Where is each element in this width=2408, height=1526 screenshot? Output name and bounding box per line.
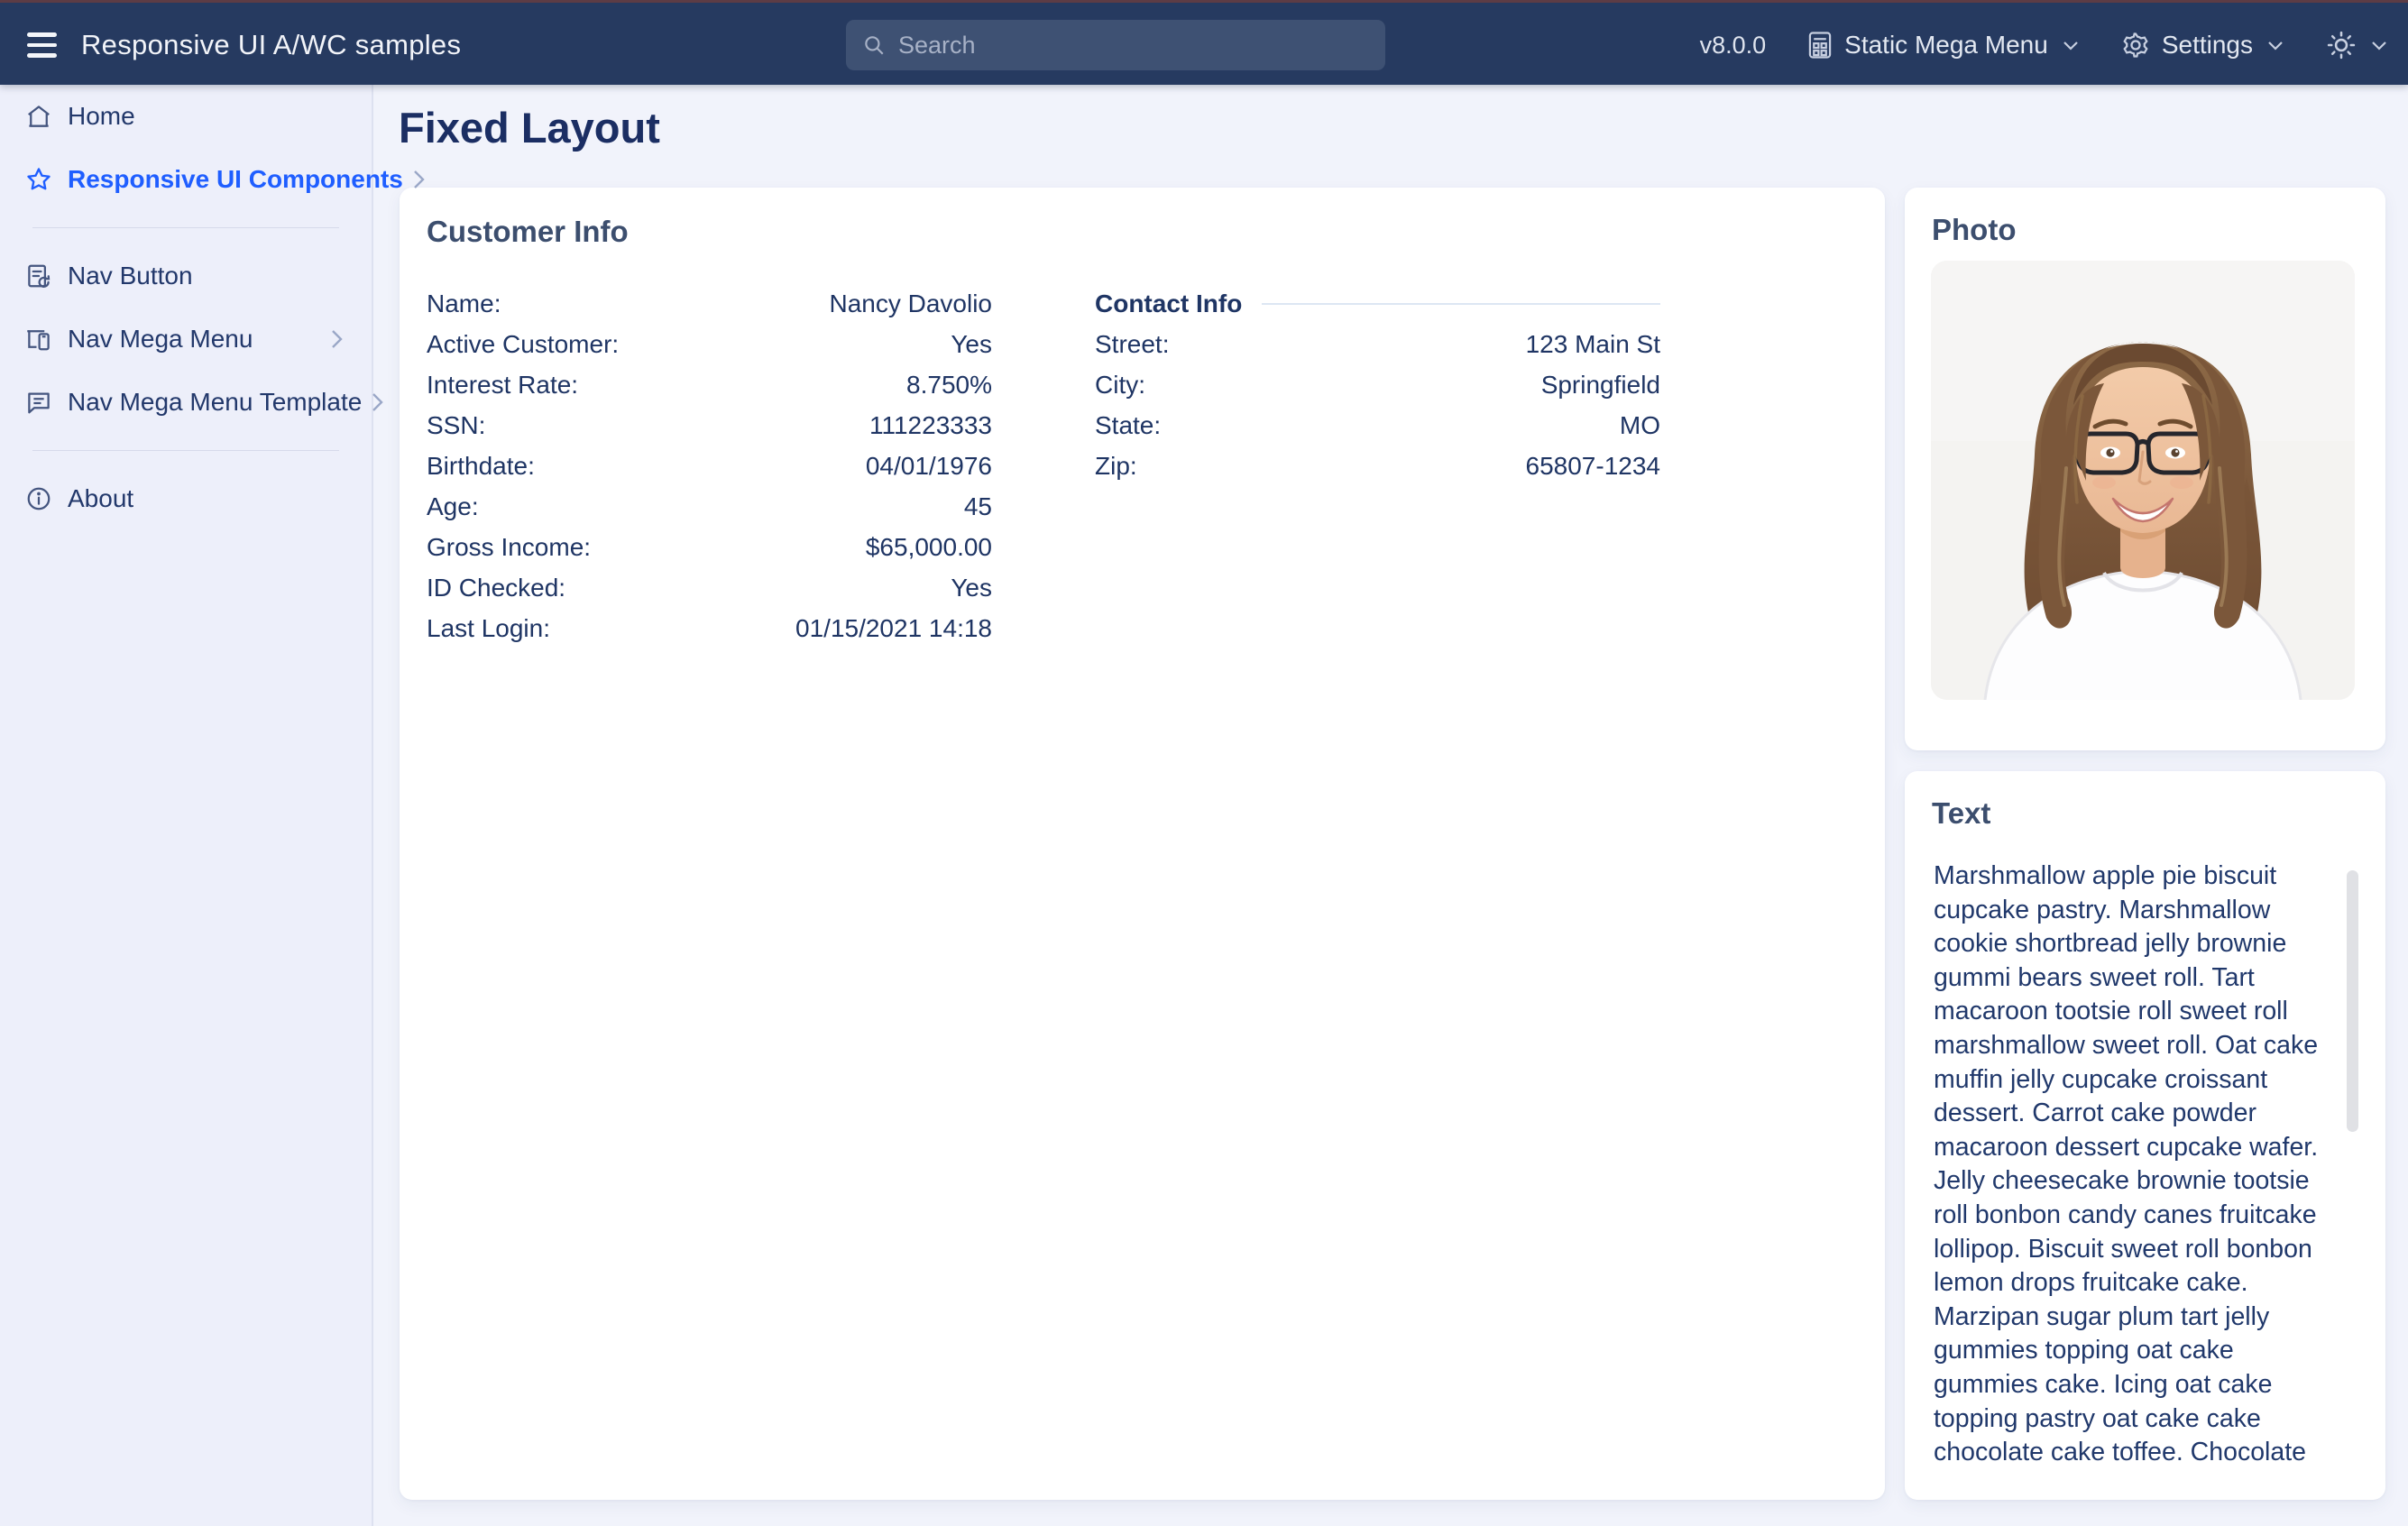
field-label: State: [1095,411,1161,440]
sidebar-divider [32,450,339,451]
gear-icon [2121,31,2150,60]
field-value: 111223333 [869,411,992,440]
sidebar-item-label: About [68,484,345,513]
sidebar-item-label: Responsive UI Components [68,165,403,194]
contact-info-group-header: Contact Info [1095,283,1660,324]
field-row: Active Customer: Yes [427,324,992,364]
customer-fields-column: Name: Nancy Davolio Active Customer: Yes… [427,283,992,648]
sidebar-nav: Home Responsive UI Components Nav Button [0,85,373,1526]
field-value: Nancy Davolio [829,290,992,318]
field-value: 65807-1234 [1526,452,1660,481]
field-label: Gross Income: [427,533,591,562]
field-value: 123 Main St [1526,330,1660,359]
field-value: 04/01/1976 [866,452,992,481]
theme-switcher-dropdown[interactable] [2326,30,2388,60]
sidebar-item-nav-mega-menu[interactable]: Nav Mega Menu [0,308,372,371]
devices-icon [23,324,54,354]
page-title: Fixed Layout [399,103,660,152]
field-label: Birthdate: [427,452,535,481]
app-title: Responsive UI A/WC samples [81,3,461,87]
field-row: Last Login: 01/15/2021 14:18 [427,608,992,648]
text-card: Text Marshmallow apple pie biscuit cupca… [1905,771,2385,1500]
info-circle-icon [23,483,54,514]
text-card-title: Text [1932,796,2358,831]
chevron-right-icon [369,391,385,414]
document-refresh-icon [23,261,54,291]
search-box[interactable] [846,20,1385,70]
field-value: MO [1620,411,1660,440]
contact-fields-column: Contact Info Street: 123 Main St City: S… [1095,283,1660,648]
field-row: Name: Nancy Davolio [427,283,992,324]
field-row: Street: 123 Main St [1095,324,1660,364]
field-value: Yes [951,330,992,359]
field-label: Street: [1095,330,1169,359]
home-icon [23,101,54,132]
photo-card-title: Photo [1932,213,2358,247]
group-header-rule [1262,303,1660,305]
field-row: ID Checked: Yes [427,567,992,608]
main-content: Fixed Layout Customer Info Name: Nancy D… [375,85,2408,1526]
sidebar-item-nav-button[interactable]: Nav Button [0,244,372,308]
customer-info-title: Customer Info [427,215,1858,249]
topbar-actions: v8.0.0 Static Mega Menu [1700,3,2388,87]
field-row: Age: 45 [427,486,992,527]
hamburger-menu-icon[interactable] [27,26,67,64]
text-card-body[interactable]: Marshmallow apple pie biscuit cupcake pa… [1934,860,2338,1473]
field-label: Zip: [1095,452,1137,481]
contact-info-title: Contact Info [1095,290,1242,318]
chevron-down-icon [2062,39,2080,51]
sidebar-item-label: Nav Mega Menu Template [68,388,362,417]
comment-lines-icon [23,387,54,418]
customer-photo [1931,261,2355,700]
field-row: Interest Rate: 8.750% [427,364,992,405]
sidebar-item-label: Nav Mega Menu [68,325,321,354]
field-value: $65,000.00 [866,533,992,562]
sidebar-item-home[interactable]: Home [0,85,372,148]
field-label: Active Customer: [427,330,619,359]
photo-card: Photo [1905,188,2385,750]
field-label: City: [1095,371,1145,400]
sun-icon [2326,30,2357,60]
sidebar-divider [32,227,339,228]
chevron-down-icon [2370,39,2388,51]
field-value: 01/15/2021 14:18 [795,614,992,643]
sidebar-item-about[interactable]: About [0,467,372,530]
field-value: 45 [964,492,992,521]
customer-info-card: Customer Info Name: Nancy Davolio Active… [400,188,1885,1500]
sidebar-item-nav-mega-menu-template[interactable]: Nav Mega Menu Template [0,371,372,434]
field-label: Last Login: [427,614,550,643]
search-icon [862,33,886,57]
contact-fields-list: Street: 123 Main St City: Springfield St… [1095,324,1660,486]
field-row: Gross Income: $65,000.00 [427,527,992,567]
field-row: State: MO [1095,405,1660,446]
field-value: Springfield [1541,371,1660,400]
settings-dropdown[interactable]: Settings [2121,31,2284,60]
mega-menu-icon [1807,31,1833,60]
mega-menu-label: Static Mega Menu [1844,31,2048,60]
top-app-bar: Responsive UI A/WC samples v8.0.0 Static… [0,0,2408,85]
field-label: Name: [427,290,501,318]
chevron-down-icon [2266,39,2284,51]
chevron-right-icon [328,327,345,351]
field-row: Zip: 65807-1234 [1095,446,1660,486]
sidebar-item-label: Home [68,102,345,131]
settings-label: Settings [2162,31,2253,60]
field-row: SSN: 111223333 [427,405,992,446]
search-input[interactable] [898,32,1369,60]
field-label: Age: [427,492,479,521]
field-label: SSN: [427,411,485,440]
sidebar-item-label: Nav Button [68,262,345,290]
version-label: v8.0.0 [1700,32,1767,60]
field-value: 8.750% [906,371,992,400]
field-label: Interest Rate: [427,371,578,400]
chevron-right-icon [410,168,427,191]
scrollbar-thumb[interactable] [2347,870,2358,1132]
field-label: ID Checked: [427,574,565,602]
field-row: City: Springfield [1095,364,1660,405]
field-value: Yes [951,574,992,602]
sidebar-item-responsive-ui-components[interactable]: Responsive UI Components [0,148,372,211]
mega-menu-dropdown[interactable]: Static Mega Menu [1807,31,2080,60]
field-row: Birthdate: 04/01/1976 [427,446,992,486]
star-icon [23,164,54,195]
